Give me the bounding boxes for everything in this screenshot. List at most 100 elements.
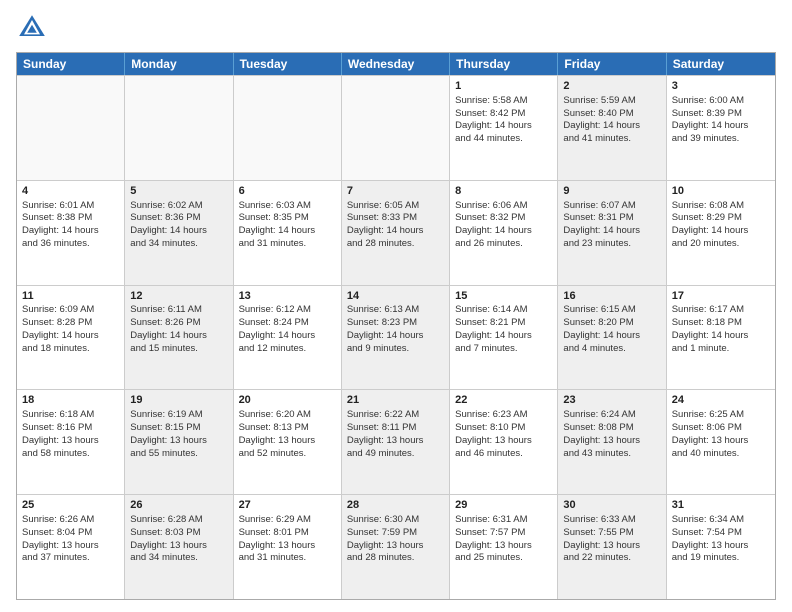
day-info-line: and 1 minute.: [672, 343, 770, 356]
cal-cell-empty: [342, 76, 450, 180]
cal-cell-empty: [234, 76, 342, 180]
day-number: 12: [130, 289, 227, 304]
day-info-line: Daylight: 14 hours: [672, 330, 770, 343]
day-number: 13: [239, 289, 336, 304]
day-info-line: Daylight: 13 hours: [672, 540, 770, 553]
day-info-line: Daylight: 13 hours: [22, 540, 119, 553]
day-info-line: Sunset: 8:24 PM: [239, 317, 336, 330]
day-info-line: Sunrise: 6:18 AM: [22, 409, 119, 422]
page: SundayMondayTuesdayWednesdayThursdayFrid…: [0, 0, 792, 612]
day-info-line: Daylight: 14 hours: [130, 225, 227, 238]
day-info-line: Sunset: 7:54 PM: [672, 527, 770, 540]
day-info-line: and 52 minutes.: [239, 448, 336, 461]
day-info-line: Sunrise: 6:17 AM: [672, 304, 770, 317]
day-info-line: Sunrise: 6:26 AM: [22, 514, 119, 527]
cal-cell-day-13: 13Sunrise: 6:12 AMSunset: 8:24 PMDayligh…: [234, 286, 342, 390]
day-info-line: Daylight: 14 hours: [239, 225, 336, 238]
day-number: 5: [130, 184, 227, 199]
day-number: 31: [672, 498, 770, 513]
day-info-line: Sunset: 8:13 PM: [239, 422, 336, 435]
day-info-line: Sunset: 8:29 PM: [672, 212, 770, 225]
day-info-line: and 43 minutes.: [563, 448, 660, 461]
day-info-line: Daylight: 14 hours: [347, 330, 444, 343]
cal-header-tuesday: Tuesday: [234, 53, 342, 75]
day-info-line: Daylight: 14 hours: [672, 225, 770, 238]
cal-cell-day-31: 31Sunrise: 6:34 AMSunset: 7:54 PMDayligh…: [667, 495, 775, 599]
cal-row-1: 4Sunrise: 6:01 AMSunset: 8:38 PMDaylight…: [17, 180, 775, 285]
cal-cell-day-5: 5Sunrise: 6:02 AMSunset: 8:36 PMDaylight…: [125, 181, 233, 285]
day-info-line: Daylight: 14 hours: [563, 330, 660, 343]
day-number: 10: [672, 184, 770, 199]
cal-header-monday: Monday: [125, 53, 233, 75]
day-info-line: Sunrise: 6:11 AM: [130, 304, 227, 317]
day-number: 21: [347, 393, 444, 408]
day-info-line: Daylight: 13 hours: [239, 435, 336, 448]
day-info-line: Sunset: 8:10 PM: [455, 422, 552, 435]
day-info-line: Sunrise: 6:19 AM: [130, 409, 227, 422]
day-info-line: Sunrise: 6:22 AM: [347, 409, 444, 422]
day-info-line: Sunset: 8:20 PM: [563, 317, 660, 330]
day-info-line: Daylight: 14 hours: [563, 225, 660, 238]
day-number: 17: [672, 289, 770, 304]
day-number: 6: [239, 184, 336, 199]
day-info-line: Sunrise: 6:15 AM: [563, 304, 660, 317]
cal-cell-day-11: 11Sunrise: 6:09 AMSunset: 8:28 PMDayligh…: [17, 286, 125, 390]
day-info-line: Sunset: 8:40 PM: [563, 108, 660, 121]
cal-cell-day-7: 7Sunrise: 6:05 AMSunset: 8:33 PMDaylight…: [342, 181, 450, 285]
day-number: 20: [239, 393, 336, 408]
day-number: 30: [563, 498, 660, 513]
day-info-line: Sunrise: 6:33 AM: [563, 514, 660, 527]
cal-cell-empty: [125, 76, 233, 180]
day-info-line: and 20 minutes.: [672, 238, 770, 251]
day-info-line: Sunrise: 6:08 AM: [672, 200, 770, 213]
cal-cell-day-15: 15Sunrise: 6:14 AMSunset: 8:21 PMDayligh…: [450, 286, 558, 390]
day-info-line: and 28 minutes.: [347, 552, 444, 565]
day-info-line: Sunset: 8:26 PM: [130, 317, 227, 330]
day-info-line: and 26 minutes.: [455, 238, 552, 251]
cal-cell-day-17: 17Sunrise: 6:17 AMSunset: 8:18 PMDayligh…: [667, 286, 775, 390]
day-info-line: and 28 minutes.: [347, 238, 444, 251]
day-info-line: Daylight: 13 hours: [22, 435, 119, 448]
day-info-line: Daylight: 14 hours: [130, 330, 227, 343]
day-number: 9: [563, 184, 660, 199]
day-info-line: Sunset: 8:35 PM: [239, 212, 336, 225]
cal-header-thursday: Thursday: [450, 53, 558, 75]
day-info-line: and 46 minutes.: [455, 448, 552, 461]
day-info-line: and 36 minutes.: [22, 238, 119, 251]
day-info-line: Sunrise: 6:34 AM: [672, 514, 770, 527]
day-info-line: and 19 minutes.: [672, 552, 770, 565]
day-info-line: Daylight: 13 hours: [672, 435, 770, 448]
day-info-line: and 31 minutes.: [239, 238, 336, 251]
day-number: 28: [347, 498, 444, 513]
day-info-line: Sunrise: 6:02 AM: [130, 200, 227, 213]
day-info-line: Sunrise: 6:06 AM: [455, 200, 552, 213]
day-info-line: and 41 minutes.: [563, 133, 660, 146]
day-info-line: Sunset: 8:21 PM: [455, 317, 552, 330]
calendar-header-row: SundayMondayTuesdayWednesdayThursdayFrid…: [17, 53, 775, 75]
day-info-line: Sunset: 8:16 PM: [22, 422, 119, 435]
day-info-line: and 31 minutes.: [239, 552, 336, 565]
day-info-line: Sunrise: 6:24 AM: [563, 409, 660, 422]
day-number: 26: [130, 498, 227, 513]
day-info-line: Sunset: 7:57 PM: [455, 527, 552, 540]
cal-row-2: 11Sunrise: 6:09 AMSunset: 8:28 PMDayligh…: [17, 285, 775, 390]
day-info-line: Daylight: 13 hours: [239, 540, 336, 553]
day-info-line: and 37 minutes.: [22, 552, 119, 565]
day-info-line: Sunset: 8:03 PM: [130, 527, 227, 540]
day-info-line: Sunrise: 6:20 AM: [239, 409, 336, 422]
day-info-line: and 34 minutes.: [130, 552, 227, 565]
day-number: 8: [455, 184, 552, 199]
cal-cell-day-20: 20Sunrise: 6:20 AMSunset: 8:13 PMDayligh…: [234, 390, 342, 494]
day-info-line: Sunset: 8:42 PM: [455, 108, 552, 121]
day-info-line: Daylight: 14 hours: [563, 120, 660, 133]
day-info-line: Sunrise: 6:31 AM: [455, 514, 552, 527]
day-number: 14: [347, 289, 444, 304]
cal-header-wednesday: Wednesday: [342, 53, 450, 75]
day-info-line: Daylight: 13 hours: [347, 540, 444, 553]
cal-cell-day-6: 6Sunrise: 6:03 AMSunset: 8:35 PMDaylight…: [234, 181, 342, 285]
day-info-line: Daylight: 13 hours: [563, 540, 660, 553]
day-info-line: Daylight: 13 hours: [455, 540, 552, 553]
day-info-line: and 58 minutes.: [22, 448, 119, 461]
calendar-body: 1Sunrise: 5:58 AMSunset: 8:42 PMDaylight…: [17, 75, 775, 599]
cal-header-sunday: Sunday: [17, 53, 125, 75]
